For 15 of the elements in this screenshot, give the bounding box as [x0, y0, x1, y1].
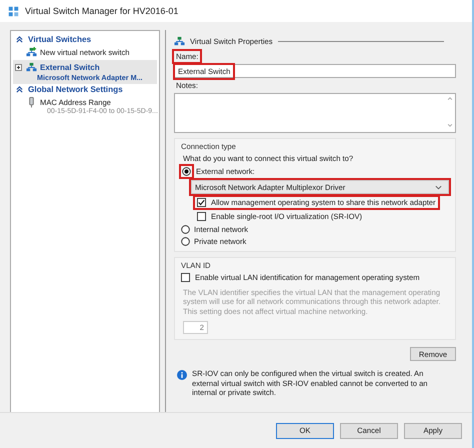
caret-icon: [435, 184, 442, 190]
network-icon: [26, 47, 37, 58]
app-icon: [8, 6, 19, 16]
collapse-icon: [16, 86, 23, 93]
adapter-icon: [26, 97, 37, 108]
section-header[interactable]: Virtual Switches: [13, 34, 157, 45]
expand-icon[interactable]: [14, 64, 22, 71]
section-header[interactable]: Global Network Settings: [13, 84, 157, 95]
window-title: Virtual Switch Manager for HV2016-01: [25, 6, 178, 16]
notes-field[interactable]: [174, 93, 456, 133]
network-icon: [26, 62, 37, 73]
network-icon: [174, 36, 185, 47]
collapse-icon: [16, 36, 23, 43]
scrollbar-drawing: [447, 95, 453, 129]
info-icon: [177, 370, 187, 380]
